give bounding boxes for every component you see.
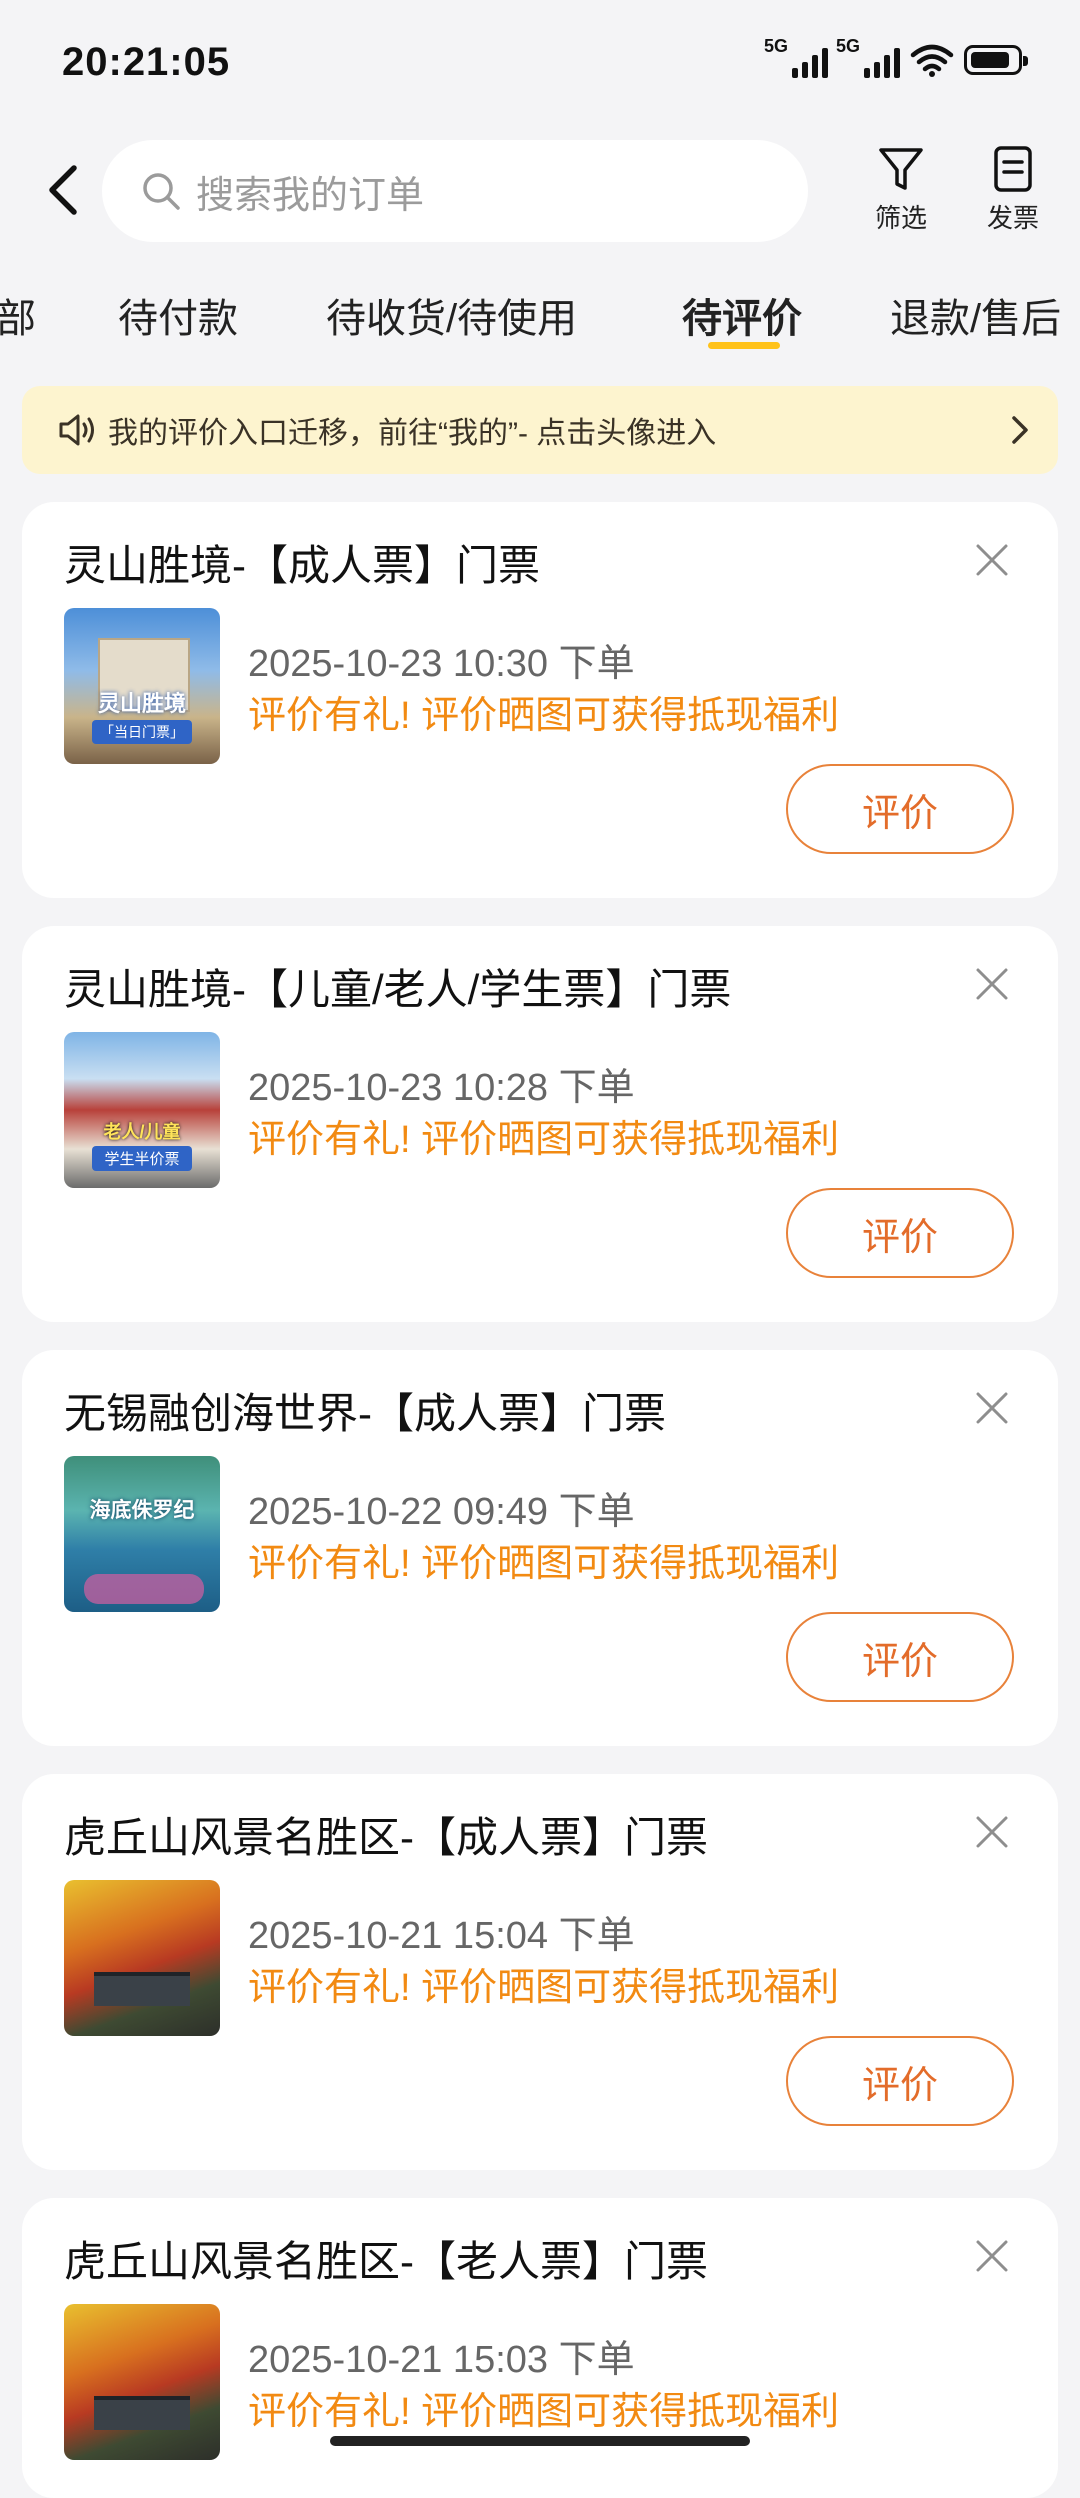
order-title[interactable]: 无锡融创海世界-【成人票】门票 <box>64 1380 666 1441</box>
close-icon[interactable] <box>974 966 1010 1002</box>
thumb-subtext: 「当日门票」 <box>92 720 192 744</box>
order-title[interactable]: 灵山胜境-【儿童/老人/学生票】门票 <box>64 956 731 1017</box>
invoice-button[interactable]: 发票 <box>968 144 1058 235</box>
order-date: 2025-10-22 09:49 下单 <box>248 1491 635 1533</box>
thumb-text: 海底侏罗纪 <box>89 1499 195 1522</box>
order-card: 灵山胜境-【成人票】门票 灵山胜境 「当日门票」 2025-10-23 10:3… <box>22 502 1058 898</box>
search-input[interactable]: 搜索我的订单 <box>102 140 808 242</box>
notice-text: 我的评价入口迁移，前往“我的”- 点击头像进入 <box>108 417 717 450</box>
product-thumbnail[interactable]: 老人/儿童 学生半价票 <box>64 1032 220 1188</box>
order-date: 2025-10-23 10:30 下单 <box>248 643 635 685</box>
order-card: 无锡融创海世界-【成人票】门票 海底侏罗纪 2025-10-22 09:49 下… <box>22 1350 1058 1746</box>
status-time: 20:21:05 <box>62 40 231 84</box>
tab-refund[interactable]: 退款/售后 <box>890 286 1061 344</box>
network-type-label-2: 5G <box>836 36 861 56</box>
cellular-signal-icon-2: 5G <box>836 36 900 78</box>
search-icon <box>143 173 180 210</box>
review-button[interactable]: 评价 <box>786 1188 1014 1278</box>
close-icon[interactable] <box>974 2238 1010 2274</box>
tab-all[interactable]: 部 <box>0 286 36 344</box>
review-button[interactable]: 评价 <box>786 764 1014 854</box>
speaker-icon <box>59 414 94 446</box>
active-tab-indicator <box>708 342 780 349</box>
order-tabs: 部 待付款 待收货/待使用 待评价 退款/售后 <box>0 270 1080 360</box>
review-promo-text: 评价有礼! 评价晒图可获得抵现福利 <box>248 1543 840 1585</box>
product-thumbnail[interactable] <box>64 1880 220 2036</box>
invoice-label: 发票 <box>986 203 1039 233</box>
order-card: 虎丘山风景名胜区-【成人票】门票 2025-10-21 15:04 下单 评价有… <box>22 1774 1058 2170</box>
invoice-icon <box>994 146 1032 192</box>
network-type-label: 5G <box>764 36 789 56</box>
review-entry-notice[interactable]: 我的评价入口迁移，前往“我的”- 点击头像进入 <box>22 386 1058 474</box>
search-placeholder: 搜索我的订单 <box>196 174 425 217</box>
review-promo-text: 评价有礼! 评价晒图可获得抵现福利 <box>248 695 840 737</box>
status-icons: 5G 5G <box>764 36 1028 78</box>
product-thumbnail[interactable]: 灵山胜境 「当日门票」 <box>64 608 220 764</box>
close-icon[interactable] <box>974 1390 1010 1426</box>
status-bar: 20:21:05 5G 5G <box>0 0 1080 130</box>
product-thumbnail[interactable]: 海底侏罗纪 <box>64 1456 220 1612</box>
cellular-signal-icon: 5G <box>764 36 828 78</box>
order-card: 虎丘山风景名胜区-【老人票】门票 2025-10-21 15:03 下单 评价有… <box>22 2198 1058 2498</box>
battery-icon <box>964 45 1028 75</box>
review-button[interactable]: 评价 <box>786 2036 1014 2126</box>
tab-pending-receipt[interactable]: 待收货/待使用 <box>326 286 577 344</box>
order-title[interactable]: 虎丘山风景名胜区-【老人票】门票 <box>64 2228 708 2289</box>
order-date: 2025-10-21 15:04 下单 <box>248 1915 635 1957</box>
home-indicator[interactable] <box>330 2436 750 2446</box>
close-icon[interactable] <box>974 1814 1010 1850</box>
order-title[interactable]: 灵山胜境-【成人票】门票 <box>64 532 540 593</box>
thumb-subtext: 学生半价票 <box>92 1146 192 1171</box>
wifi-icon <box>910 44 954 77</box>
close-icon[interactable] <box>974 542 1010 578</box>
thumb-text: 灵山胜境 <box>97 691 186 716</box>
order-date: 2025-10-21 15:03 下单 <box>248 2339 635 2381</box>
review-promo-text: 评价有礼! 评价晒图可获得抵现福利 <box>248 1119 840 1161</box>
header: 搜索我的订单 筛选 发票 <box>0 130 1080 250</box>
thumb-text: 老人/儿童 <box>103 1122 181 1142</box>
filter-label: 筛选 <box>874 203 927 233</box>
review-promo-text: 评价有礼! 评价晒图可获得抵现福利 <box>248 1967 840 2009</box>
order-title[interactable]: 虎丘山风景名胜区-【成人票】门票 <box>64 1804 708 1865</box>
tab-pending-payment[interactable]: 待付款 <box>118 286 238 344</box>
product-thumbnail[interactable] <box>64 2304 220 2460</box>
tab-pending-review[interactable]: 待评价 <box>682 286 802 344</box>
review-button[interactable]: 评价 <box>786 1612 1014 1702</box>
order-card: 灵山胜境-【儿童/老人/学生票】门票 老人/儿童 学生半价票 2025-10-2… <box>22 926 1058 1322</box>
order-date: 2025-10-23 10:28 下单 <box>248 1067 635 1109</box>
back-arrow-icon[interactable] <box>40 160 90 220</box>
filter-button[interactable]: 筛选 <box>856 144 946 235</box>
chevron-right-icon <box>1012 416 1028 444</box>
review-promo-text: 评价有礼! 评价晒图可获得抵现福利 <box>248 2391 840 2433</box>
filter-icon <box>879 148 923 190</box>
